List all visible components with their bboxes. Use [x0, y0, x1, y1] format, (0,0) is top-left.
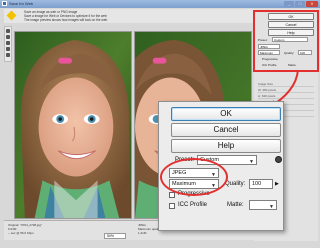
- zoom-tool-icon[interactable]: [6, 41, 10, 45]
- chevron-down-icon: ▼: [249, 159, 254, 165]
- cancel-button[interactable]: Cancel: [171, 123, 281, 137]
- chevron-down-icon: ▼: [269, 204, 274, 210]
- tool-strip: [4, 26, 12, 62]
- matte-label: Matte:: [227, 202, 244, 208]
- close-button[interactable]: X: [306, 1, 318, 7]
- icc-profile-label: ICC Profile: [178, 202, 208, 208]
- original-info: Original: "0704_2728.jpg" 6.04M -- sec @…: [8, 223, 42, 235]
- progressive-checkbox[interactable]: [169, 192, 175, 198]
- info-text: Save an image as web or PNG image Save a…: [24, 10, 154, 22]
- info-line: The image preview shows how images will …: [24, 18, 108, 22]
- zoom-level-select[interactable]: 50%: [104, 233, 126, 239]
- quality-value: 100: [252, 181, 262, 187]
- window-titlebar: Save for Web _ □ X: [0, 0, 320, 8]
- quality-label: Quality:: [225, 181, 246, 187]
- eyedropper-tool-icon[interactable]: [6, 47, 10, 51]
- chevron-right-icon[interactable]: ▶: [275, 181, 279, 187]
- info-bar: Save an image as web or PNG image Save a…: [4, 9, 256, 23]
- quality-input[interactable]: 100: [249, 179, 273, 189]
- warning-icon: [6, 10, 17, 21]
- window-title: Save for Web: [9, 1, 34, 6]
- slice-tool-icon[interactable]: [6, 35, 10, 39]
- optimized-size: 1.21M: [138, 231, 147, 235]
- hand-tool-icon[interactable]: [6, 29, 10, 33]
- maximize-button[interactable]: □: [295, 1, 305, 7]
- menu-circle-icon[interactable]: [275, 156, 282, 163]
- portrait-photo: [15, 32, 131, 218]
- matte-select[interactable]: ▼: [249, 200, 277, 210]
- help-button[interactable]: Help: [171, 139, 281, 153]
- app-icon: [2, 1, 7, 6]
- download-time: -- sec @ 56.6 Kbps: [8, 231, 34, 235]
- ok-button[interactable]: OK: [171, 107, 281, 121]
- original-preview[interactable]: [14, 31, 132, 219]
- icc-profile-checkbox[interactable]: [169, 203, 175, 209]
- highlight-box: [253, 10, 319, 72]
- color-swatch-icon[interactable]: [6, 53, 10, 57]
- minimize-button[interactable]: _: [284, 1, 294, 7]
- highlight-ellipse: [160, 158, 228, 196]
